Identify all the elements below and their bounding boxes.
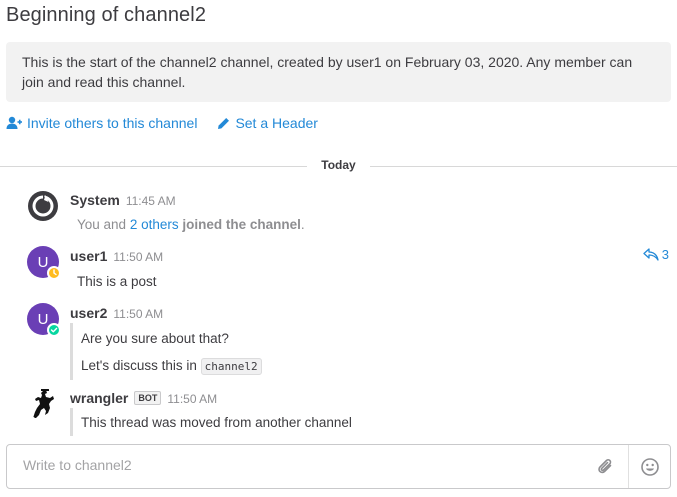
system-post: System 11:45 AM You and 2 others joined … [0,188,677,238]
channel-intro-title: Beginning of channel2 [6,4,207,26]
post-username[interactable]: user1 [70,248,107,264]
post-message: This thread was moved from another chann… [81,415,352,430]
away-status-icon [47,266,61,280]
post-username[interactable]: user2 [70,305,107,321]
date-separator-label: Today [311,158,366,172]
system-logo-icon [28,191,58,221]
post-timestamp[interactable]: 11:50 AM [113,307,163,321]
channel-mention-code: channel2 [200,358,262,375]
reply-count-button[interactable]: 3 [643,247,669,262]
message-composer [6,444,671,489]
others-link[interactable]: 2 others [130,217,179,232]
post-timestamp[interactable]: 11:50 AM [113,250,163,264]
message-input[interactable] [23,457,563,473]
reply-count: 3 [661,247,669,262]
post-username[interactable]: System [70,192,120,208]
channel-intro-actions: Invite others to this channel Set a Head… [6,113,318,133]
channel-intro-text: This is the start of the channel2 channe… [22,54,633,90]
bot-badge: BOT [134,391,162,405]
wrangler-post: wrangler BOT 11:50 AM This thread was mo… [0,388,677,438]
emoji-icon[interactable] [640,457,660,477]
user2-post: U user2 11:50 AM Are you sure about that… [0,303,677,383]
post-message: Are you sure about that? [81,331,229,346]
user1-post: U user1 11:50 AM 3 This is a post [0,246,677,296]
channel-intro-box: This is the start of the channel2 channe… [6,42,671,102]
date-separator: Today [0,156,677,176]
post-username[interactable]: wrangler [70,390,128,406]
thread-indicator [70,323,73,380]
post-message-secondary: Let's discuss this in channel2 [81,357,262,376]
post-timestamp[interactable]: 11:45 AM [126,194,176,208]
set-header-label: Set a Header [235,115,318,131]
set-header-button[interactable]: Set a Header [217,115,318,131]
invite-others-button[interactable]: Invite others to this channel [6,115,197,131]
reply-arrow-icon [643,248,659,261]
online-status-icon [47,323,61,337]
pencil-icon [218,117,230,129]
paperclip-icon[interactable] [596,457,616,477]
invite-others-label: Invite others to this channel [27,115,198,131]
post-message: You and 2 others joined the channel. [77,217,305,232]
post-message: This is a post [77,274,157,289]
post-timestamp[interactable]: 11:50 AM [167,392,217,406]
cowboy-horse-icon [33,389,54,418]
add-user-icon [6,116,22,129]
composer-divider [628,445,629,488]
thread-indicator [70,408,73,436]
